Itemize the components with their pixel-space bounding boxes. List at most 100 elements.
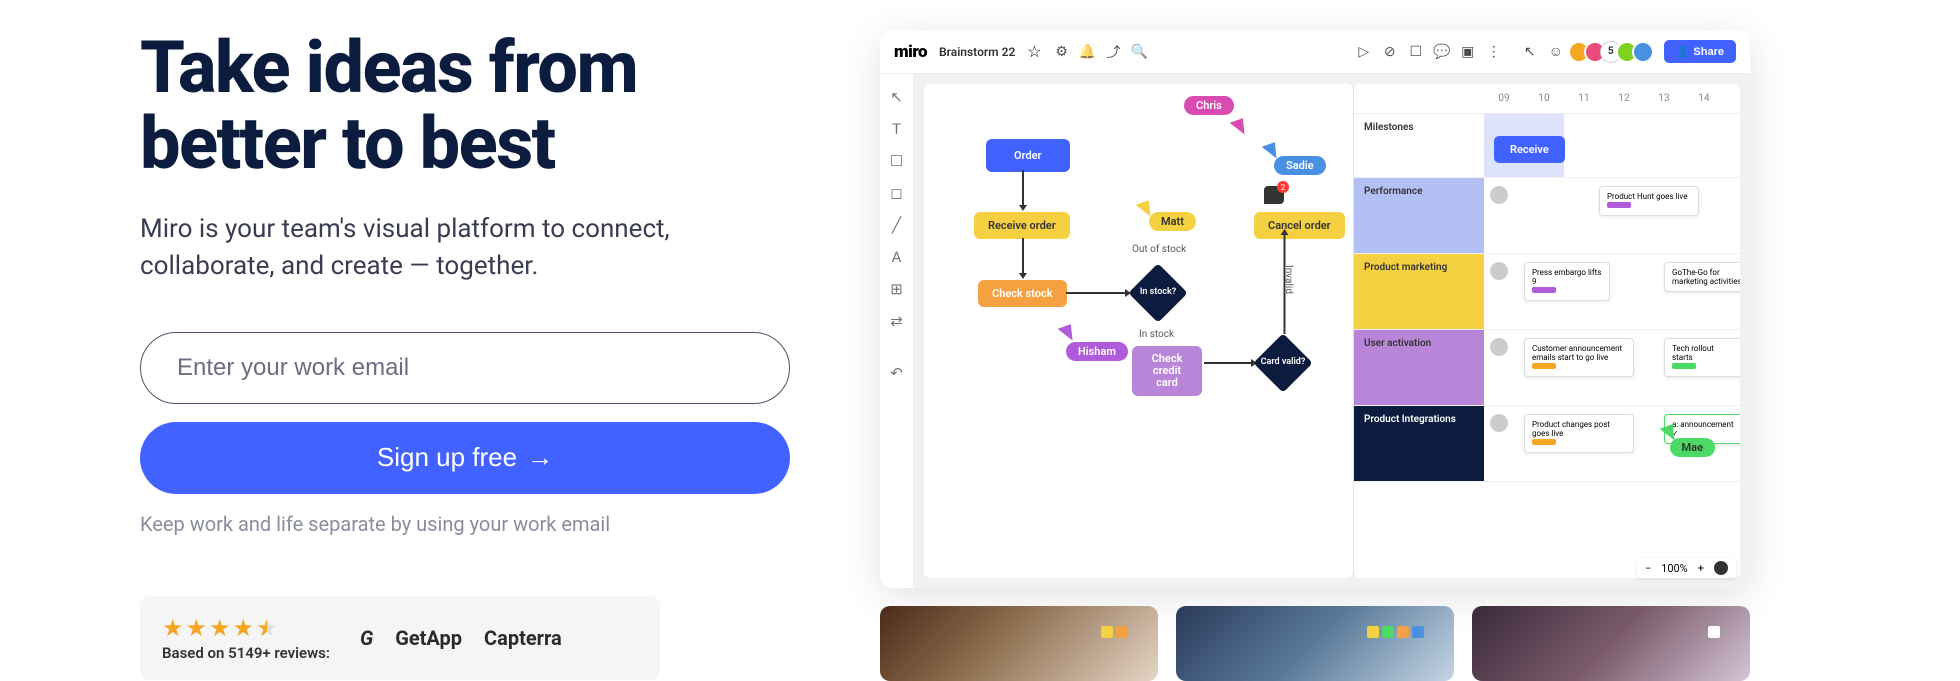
note-icon[interactable]: ☐ xyxy=(1408,44,1424,60)
star-icon: ★ xyxy=(186,614,208,642)
undo-icon[interactable]: ↶ xyxy=(888,364,906,382)
flow-arrow xyxy=(1066,292,1126,294)
user-pill-sadie: Sadie xyxy=(1274,156,1326,175)
day-col: 10 xyxy=(1524,93,1564,104)
hero-title: Take ideas from better to best xyxy=(140,30,820,181)
timeline-card[interactable]: Customer announcement emails start to go… xyxy=(1524,338,1634,377)
board-name[interactable]: Brainstorm 22 xyxy=(939,45,1015,59)
cursor-icon[interactable]: ↖ xyxy=(1522,44,1538,60)
timeline-card[interactable]: Press embargo lifts 9 xyxy=(1524,262,1610,301)
flowchart-canvas[interactable]: Chris Order Receive order Check stock Sa… xyxy=(924,84,1354,578)
shapes-tool-icon[interactable]: ◻ xyxy=(888,184,906,202)
avatar[interactable] xyxy=(1632,41,1654,63)
star-icon: ★ xyxy=(209,614,231,642)
timeline-card[interactable]: GoThe-Go for marketing activities xyxy=(1664,262,1740,292)
flow-node-checkcard[interactable]: Check credit card xyxy=(1132,346,1202,396)
edge-label: Out of stock xyxy=(1132,244,1186,255)
present-icon[interactable]: ▣ xyxy=(1460,44,1476,60)
timeline-panel[interactable]: 09 10 11 12 13 14 Milestones Receive xyxy=(1354,84,1740,578)
tag-icon xyxy=(1672,363,1696,369)
flow-arrow xyxy=(1204,362,1252,364)
day-col: 12 xyxy=(1604,93,1644,104)
avatar xyxy=(1490,414,1508,432)
user-pill-hisham: Hisham xyxy=(1066,342,1128,361)
user-pill-matt: Matt xyxy=(1149,212,1196,231)
flow-node-checkstock[interactable]: Check stock xyxy=(978,280,1067,307)
upload-icon[interactable]: ⤴ xyxy=(1106,44,1122,60)
brand-getapp: GetApp xyxy=(395,626,462,650)
bell-icon[interactable]: 🔔 xyxy=(1080,44,1096,60)
tag-icon xyxy=(1607,202,1631,208)
person-icon: 👤 xyxy=(1676,45,1690,58)
app-screenshot: miro Brainstorm 22 ☆ ⚙ 🔔 ⤴ 🔍 ▷ ⊘ ☐ 💬 ▣ xyxy=(880,30,1750,588)
more-icon[interactable]: ⋮ xyxy=(1486,44,1502,60)
user-pill-chris: Chris xyxy=(1184,96,1234,115)
row-label: User activation xyxy=(1354,330,1484,405)
cursor-tool-icon[interactable]: ↖ xyxy=(888,88,906,106)
cursor-icon xyxy=(1058,324,1077,344)
line-tool-icon[interactable]: ╱ xyxy=(888,216,906,234)
timeline-card[interactable]: Product Hunt goes live xyxy=(1599,186,1699,216)
user-cursor-mae: Mae xyxy=(1670,426,1715,457)
timeline-card[interactable]: Tech rollout starts xyxy=(1664,338,1740,377)
row-label: Performance xyxy=(1354,178,1484,253)
star-icon: ★ xyxy=(233,614,255,642)
flow-decision-instock[interactable]: In stock? xyxy=(1129,264,1187,322)
star-half-icon: ★ xyxy=(256,614,278,642)
brand-capterra: Capterra xyxy=(484,626,562,650)
miro-logo: miro xyxy=(894,42,927,62)
flow-node-cancel[interactable]: Cancel order xyxy=(1254,212,1345,239)
more-tool-icon[interactable]: ⇄ xyxy=(888,312,906,330)
timeline-card[interactable]: Product changes post goes live xyxy=(1524,414,1634,453)
avatar xyxy=(1490,338,1508,356)
comment-icon[interactable]: 2 xyxy=(1264,186,1284,204)
bolt-icon[interactable]: ▷ xyxy=(1356,44,1372,60)
collaborator-avatars[interactable]: 5 xyxy=(1574,41,1654,63)
text-tool-icon[interactable]: T xyxy=(888,120,906,138)
day-col: 09 xyxy=(1484,93,1524,104)
avatar xyxy=(1490,186,1508,204)
app-topbar: miro Brainstorm 22 ☆ ⚙ 🔔 ⤴ 🔍 ▷ ⊘ ☐ 💬 ▣ xyxy=(880,30,1750,74)
brand-g2: G xyxy=(360,626,373,650)
avatar xyxy=(1490,262,1508,280)
edge-label: In stock xyxy=(1139,329,1174,340)
timer-icon[interactable]: ⊘ xyxy=(1382,44,1398,60)
gear-icon[interactable]: ⚙ xyxy=(1054,44,1070,60)
day-col: 11 xyxy=(1564,93,1604,104)
zoom-in-icon[interactable]: + xyxy=(1698,562,1704,575)
chat-icon[interactable]: 💬 xyxy=(1434,44,1450,60)
flow-arrow xyxy=(1022,238,1024,274)
help-icon[interactable] xyxy=(1714,561,1728,575)
tag-icon xyxy=(1532,287,1556,293)
sticky-tool-icon[interactable]: ☐ xyxy=(888,152,906,170)
zoom-control[interactable]: − 100% + xyxy=(1637,558,1736,578)
reactions-icon[interactable]: ☺ xyxy=(1548,44,1564,60)
search-icon[interactable]: 🔍 xyxy=(1132,44,1148,60)
helper-text: Keep work and life separate by using you… xyxy=(140,512,820,536)
tag-icon xyxy=(1532,363,1556,369)
day-col: 14 xyxy=(1684,93,1724,104)
day-col: 13 xyxy=(1644,93,1684,104)
signup-button[interactable]: Sign up free → xyxy=(140,422,790,494)
star-icon[interactable]: ☆ xyxy=(1027,42,1041,61)
star-rating: ★ ★ ★ ★ ★ xyxy=(162,614,330,642)
pen-tool-icon[interactable]: A xyxy=(888,248,906,266)
tool-sidebar: ↖ T ☐ ◻ ╱ A ⊞ ⇄ ↶ xyxy=(880,74,914,588)
zoom-out-icon[interactable]: − xyxy=(1645,562,1651,575)
flow-node-order[interactable]: Order xyxy=(986,139,1070,172)
share-button[interactable]: 👤 Share xyxy=(1664,40,1736,63)
tag-icon xyxy=(1532,439,1556,445)
flow-decision-cardvalid[interactable]: Card valid? xyxy=(1254,334,1312,392)
reviews-count: Based on 5149+ reviews: xyxy=(162,644,330,662)
row-label: Product Integrations xyxy=(1354,406,1484,481)
arrow-right-icon: → xyxy=(527,442,553,473)
frame-tool-icon[interactable]: ⊞ xyxy=(888,280,906,298)
flow-node-receive[interactable]: Receive order xyxy=(974,212,1070,239)
zoom-level: 100% xyxy=(1661,562,1688,575)
hero-subtitle: Miro is your team's visual platform to c… xyxy=(140,211,760,284)
row-label: Product marketing xyxy=(1354,254,1484,329)
flow-arrow xyxy=(1284,234,1286,334)
cursor-icon xyxy=(1230,118,1249,138)
email-field[interactable] xyxy=(140,332,790,404)
timeline-receive[interactable]: Receive xyxy=(1494,136,1565,163)
